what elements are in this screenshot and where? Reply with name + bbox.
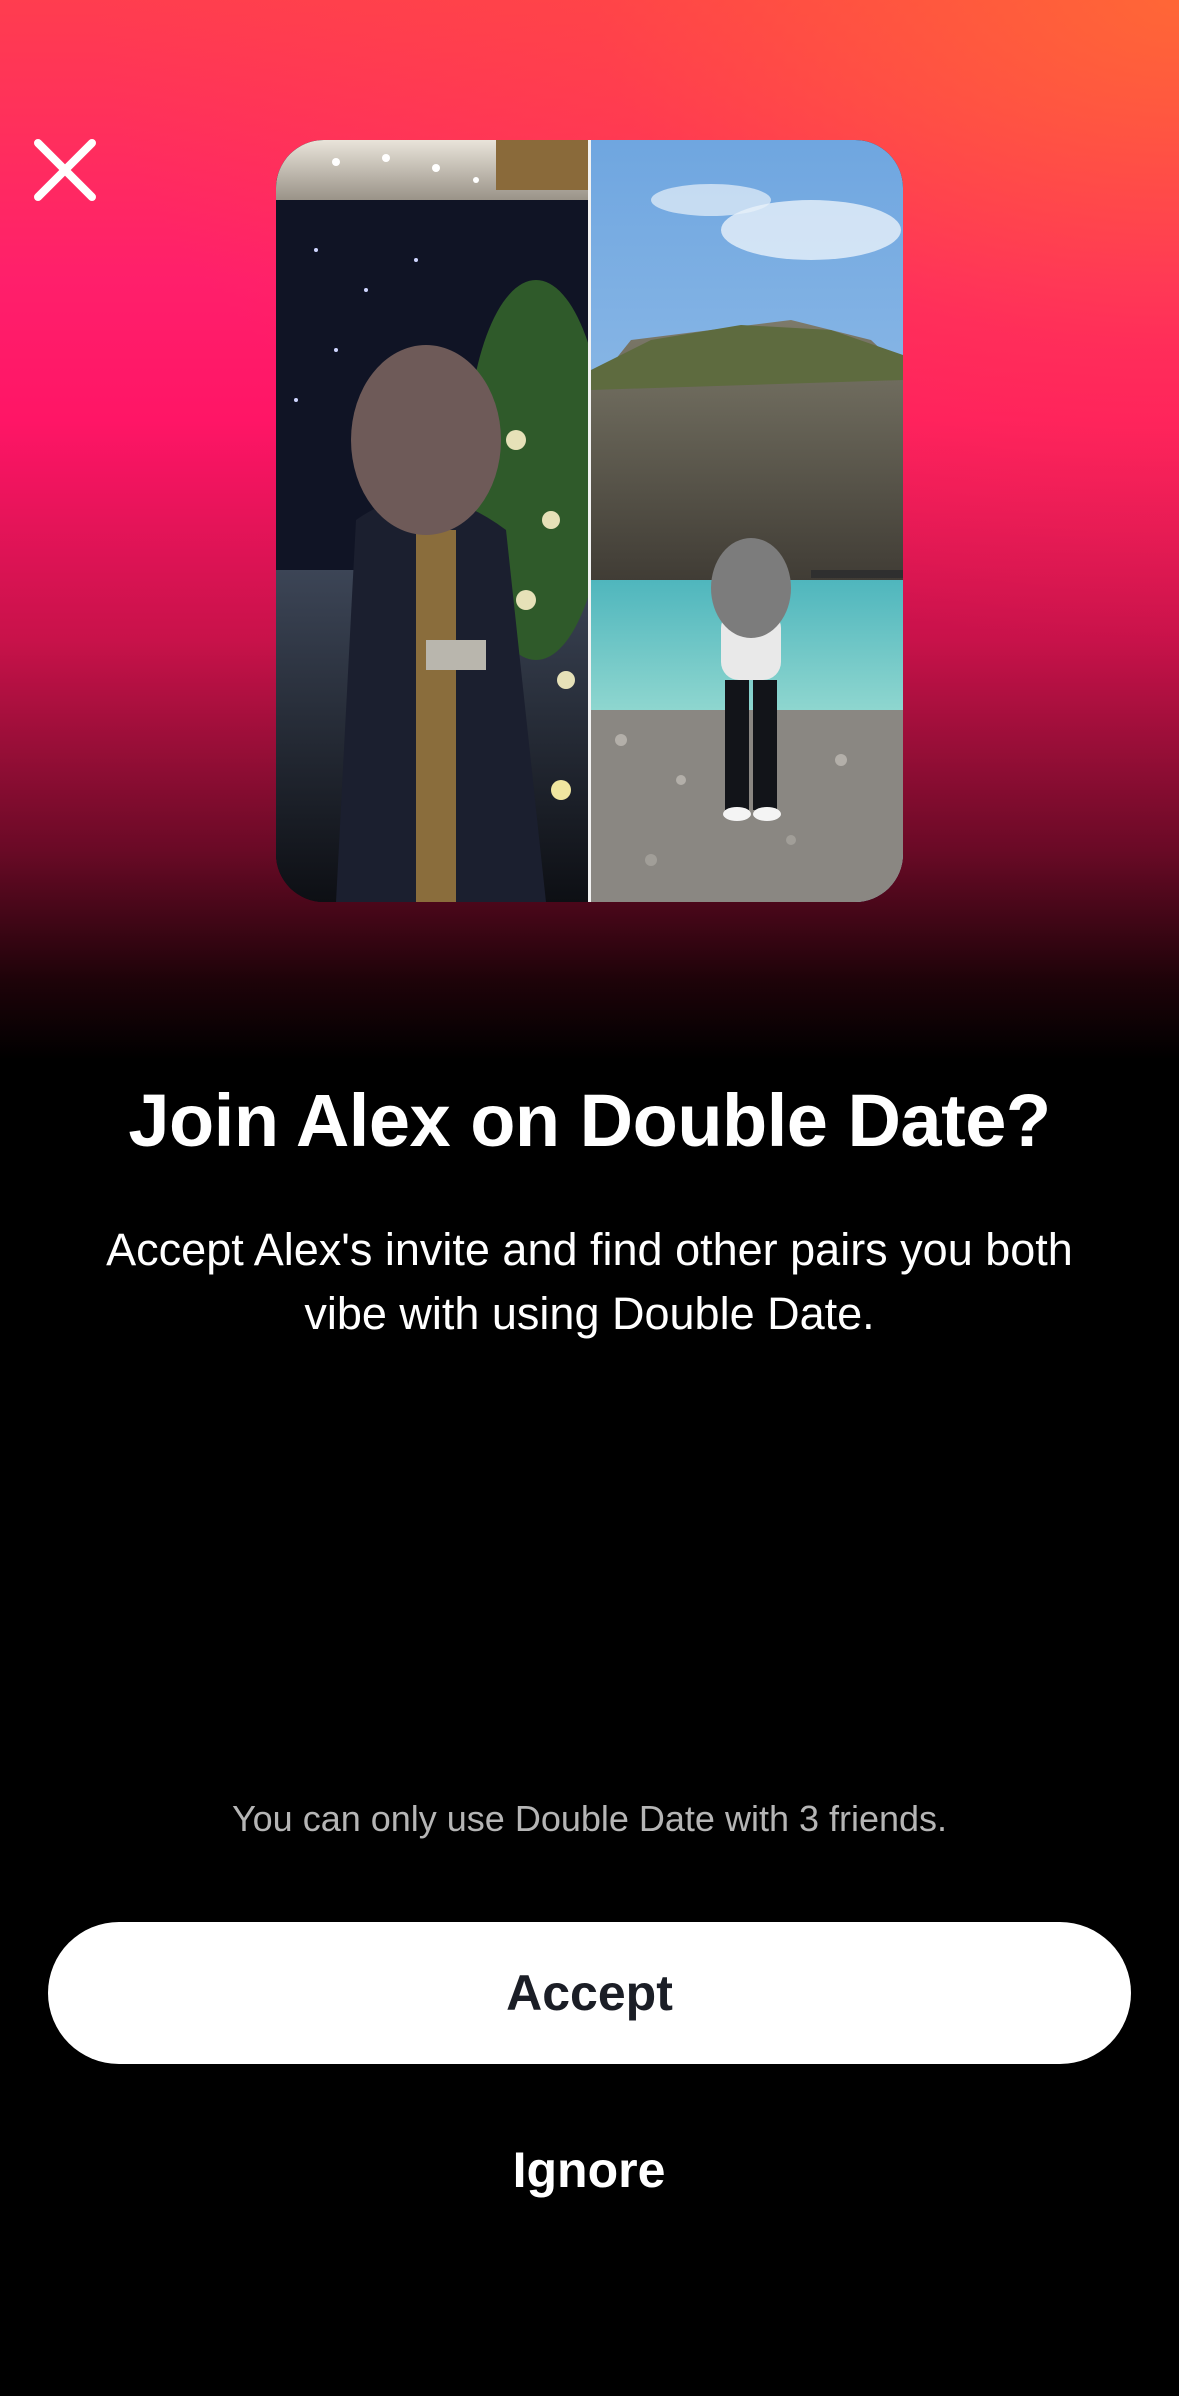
profile-photo-left (276, 140, 588, 902)
friend-photos-card (276, 140, 903, 902)
profile-photo-right (591, 140, 903, 902)
ignore-button[interactable]: Ignore (389, 2130, 789, 2210)
double-date-invite-screen: Join Alex on Double Date? Accept Alex's … (0, 0, 1179, 2396)
friend-limit-note: You can only use Double Date with 3 frie… (231, 1798, 948, 1839)
page-title: Join Alex on Double Date? (128, 1079, 1051, 1162)
accept-button[interactable]: Accept (48, 1922, 1131, 2064)
invite-description: Accept Alex's invite and find other pair… (106, 1224, 1073, 1339)
close-icon[interactable] (30, 135, 100, 205)
